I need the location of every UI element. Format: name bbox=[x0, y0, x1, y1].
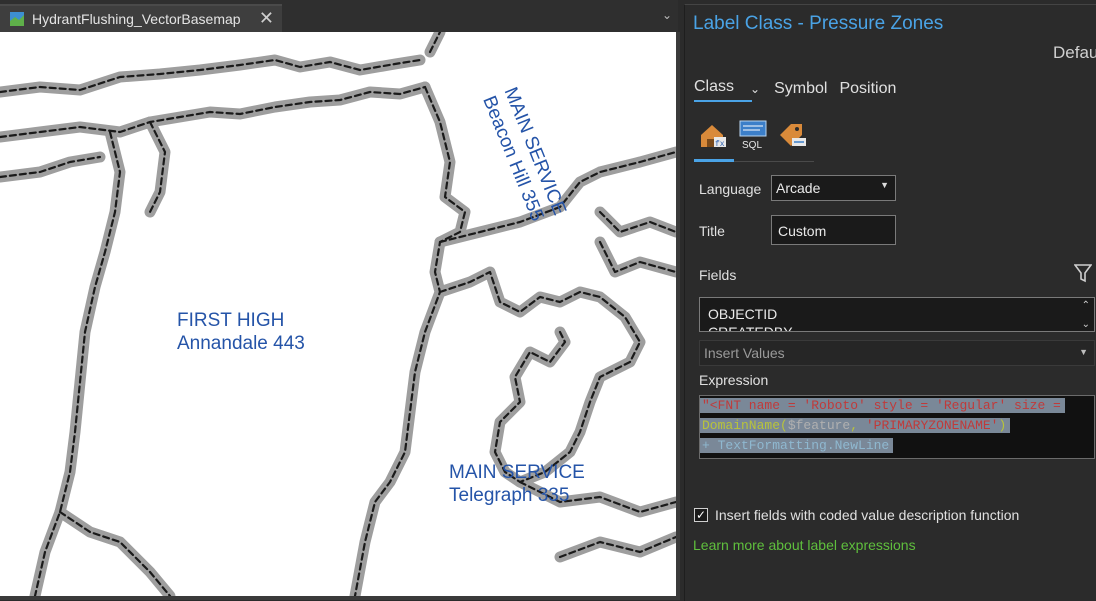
insert-values-dropdown[interactable]: Insert Values ▼ bbox=[699, 340, 1095, 366]
map-tab-bar: HydrantFlushing_VectorBasemap ✕ ⌄ bbox=[0, 0, 678, 32]
dropdown-arrow-icon: ▼ bbox=[880, 180, 889, 190]
map-view[interactable]: MAIN SERVICE Beacon Hill 355 FIRST HIGH … bbox=[0, 32, 676, 596]
close-tab-icon[interactable]: ✕ bbox=[259, 9, 274, 27]
tab-position[interactable]: Position bbox=[839, 80, 896, 98]
label-placement-tool[interactable] bbox=[776, 117, 810, 153]
language-value: Arcade bbox=[776, 180, 821, 196]
map-tab-title: HydrantFlushing_VectorBasemap bbox=[32, 11, 241, 27]
pressure-zone-boundaries bbox=[0, 32, 676, 596]
expression-editor[interactable]: "<FNT name = 'Roboto' style = 'Regular' … bbox=[699, 395, 1095, 459]
svg-text:SQL: SQL bbox=[742, 140, 762, 150]
zone-label-annandale: FIRST HIGH Annandale 443 bbox=[177, 310, 305, 354]
tab-symbol[interactable]: Symbol bbox=[774, 80, 827, 98]
expression-label: Expression bbox=[699, 372, 769, 388]
pane-title: Label Class - Pressure Zones bbox=[693, 13, 944, 34]
field-item[interactable]: CREATEDBY bbox=[708, 324, 793, 331]
language-label: Language bbox=[699, 181, 762, 197]
filter-icon[interactable] bbox=[1074, 263, 1092, 283]
language-dropdown[interactable]: Arcade ▼ bbox=[771, 175, 896, 201]
fields-list[interactable]: OBJECTID CREATEDBY ⌃ ⌄ bbox=[699, 297, 1095, 332]
map-icon bbox=[10, 12, 24, 26]
expression-line: "<FNT name = 'Roboto' style = 'Regular' … bbox=[700, 398, 1065, 413]
sql-icon: SQL bbox=[739, 120, 767, 150]
scroll-up-icon[interactable]: ⌃ bbox=[1082, 300, 1090, 311]
svg-text:fx: fx bbox=[715, 140, 725, 149]
expression-line: + TextFormatting.NewLine bbox=[700, 438, 894, 453]
selected-subtab-indicator bbox=[694, 159, 734, 162]
label-class-pane: Label Class - Pressure Zones Defau Class… bbox=[684, 4, 1096, 601]
map-divider[interactable] bbox=[676, 32, 680, 596]
map-status-bar bbox=[0, 596, 680, 600]
boundary-dashes bbox=[0, 32, 676, 596]
tab-class[interactable]: Class bbox=[694, 78, 753, 102]
chevron-down-icon[interactable]: ⌄ bbox=[750, 82, 760, 96]
fields-label: Fields bbox=[699, 267, 737, 283]
tab-overflow-chevron-icon[interactable]: ⌄ bbox=[662, 8, 672, 22]
coded-value-option: ✓ Insert fields with coded value descrip… bbox=[694, 507, 1019, 523]
expression-line: DomainName($feature, 'PRIMARYZONENAME') bbox=[700, 418, 1011, 433]
label-expression-icon: fx bbox=[701, 125, 726, 149]
learn-more-link[interactable]: Learn more about label expressions bbox=[693, 537, 916, 553]
coded-value-checkbox-label[interactable]: Insert fields with coded value descripti… bbox=[715, 507, 1019, 523]
boundary-halo bbox=[0, 32, 676, 596]
title-input[interactable]: Custom bbox=[771, 215, 896, 245]
zone-label-telegraph: MAIN SERVICE Telegraph 335 bbox=[449, 462, 585, 506]
scroll-down-icon[interactable]: ⌄ bbox=[1082, 319, 1090, 330]
field-item[interactable]: OBJECTID bbox=[708, 306, 777, 322]
title-label: Title bbox=[699, 223, 725, 239]
map-document-tab[interactable]: HydrantFlushing_VectorBasemap ✕ bbox=[0, 4, 282, 32]
label-pane-tabs: Class ⌄ Symbol Position bbox=[694, 78, 908, 102]
dropdown-arrow-icon: ▼ bbox=[1079, 347, 1088, 357]
label-tag-icon bbox=[780, 124, 806, 146]
insert-values-placeholder: Insert Values bbox=[704, 345, 785, 361]
label-class-tool[interactable]: fx bbox=[696, 117, 730, 153]
coded-value-checkbox[interactable]: ✓ bbox=[694, 508, 708, 522]
class-subtab-icons: fx SQL bbox=[694, 117, 814, 162]
label-class-default-text[interactable]: Defau bbox=[1053, 43, 1096, 63]
sql-query-tool[interactable]: SQL bbox=[736, 117, 770, 153]
